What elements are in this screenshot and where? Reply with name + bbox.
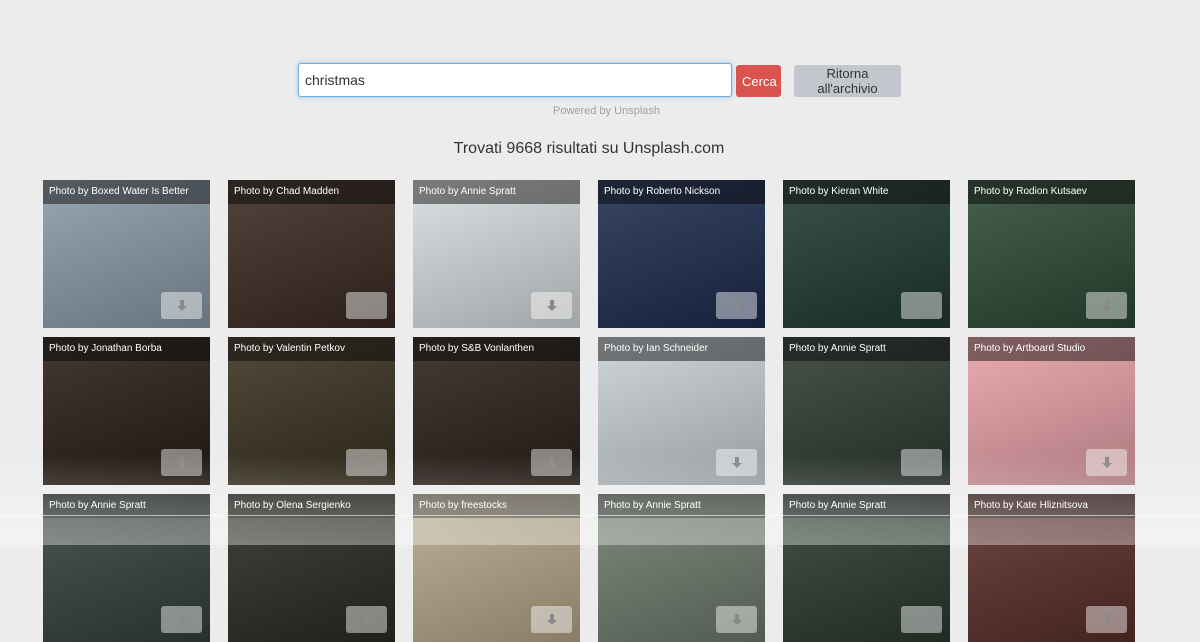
- download-icon: [546, 299, 557, 311]
- photo-credit-caption: Photo by Kieran White: [783, 180, 950, 204]
- photo-tile[interactable]: Photo by Annie Spratt: [783, 494, 950, 642]
- download-button[interactable]: [1086, 606, 1127, 633]
- results-count-heading: Trovati 9668 risultati su Unsplash.com: [453, 140, 725, 157]
- download-button[interactable]: [161, 606, 202, 633]
- photo-tile[interactable]: Photo by Annie Spratt: [43, 494, 210, 642]
- photo-credit-caption: Photo by Annie Spratt: [783, 337, 950, 361]
- photo-tile[interactable]: Photo by Valentin Petkov: [228, 337, 395, 485]
- back-to-archive-button[interactable]: Ritorna all'archivio: [794, 65, 901, 97]
- photo-credit-caption: Photo by S&B Vonlanthen: [413, 337, 580, 361]
- divider-line: [0, 515, 1200, 516]
- photo-tile[interactable]: Photo by Olena Sergienko: [228, 494, 395, 642]
- download-icon: [176, 613, 187, 625]
- photo-tile[interactable]: Photo by Ian Schneider: [598, 337, 765, 485]
- photo-tile[interactable]: Photo by Jonathan Borba: [43, 337, 210, 485]
- photo-credit-caption: Photo by Ian Schneider: [598, 337, 765, 361]
- download-icon: [1101, 456, 1112, 468]
- download-icon: [361, 456, 372, 468]
- download-button[interactable]: [346, 292, 387, 319]
- download-icon: [916, 299, 927, 311]
- photo-credit-caption: Photo by Annie Spratt: [413, 180, 580, 204]
- photo-tile[interactable]: Photo by freestocks: [413, 494, 580, 642]
- download-icon: [1101, 613, 1112, 625]
- download-icon: [546, 456, 557, 468]
- photo-credit-caption: Photo by Rodion Kutsaev: [968, 180, 1135, 204]
- photo-tile[interactable]: Photo by Kate Hliznitsova: [968, 494, 1135, 642]
- download-button[interactable]: [716, 449, 757, 476]
- download-icon: [916, 456, 927, 468]
- download-button[interactable]: [161, 449, 202, 476]
- search-bar: Cerca Ritorna all'archivio: [298, 63, 908, 99]
- download-button[interactable]: [531, 606, 572, 633]
- photo-credit-caption: Photo by Chad Madden: [228, 180, 395, 204]
- download-button[interactable]: [901, 449, 942, 476]
- photo-tile[interactable]: Photo by Kieran White: [783, 180, 950, 328]
- download-icon: [361, 613, 372, 625]
- download-button[interactable]: [1086, 292, 1127, 319]
- photo-tile[interactable]: Photo by Boxed Water Is Better: [43, 180, 210, 328]
- download-button[interactable]: [716, 292, 757, 319]
- photo-credit-caption: Photo by Boxed Water Is Better: [43, 180, 210, 204]
- download-button[interactable]: [716, 606, 757, 633]
- download-button[interactable]: [346, 606, 387, 633]
- download-icon: [731, 456, 742, 468]
- photo-credit-caption: Photo by Artboard Studio: [968, 337, 1135, 361]
- photo-credit-caption: Photo by Roberto Nickson: [598, 180, 765, 204]
- photo-tile[interactable]: Photo by Roberto Nickson: [598, 180, 765, 328]
- powered-by-label: Powered by Unsplash: [553, 105, 661, 117]
- download-button[interactable]: [901, 606, 942, 633]
- photo-tile[interactable]: Photo by Artboard Studio: [968, 337, 1135, 485]
- photo-credit-caption: Photo by Valentin Petkov: [228, 337, 395, 361]
- download-button[interactable]: [161, 292, 202, 319]
- search-button[interactable]: Cerca: [736, 65, 781, 97]
- download-button[interactable]: [531, 292, 572, 319]
- download-button[interactable]: [1086, 449, 1127, 476]
- download-icon: [546, 613, 557, 625]
- photo-tile[interactable]: Photo by Annie Spratt: [598, 494, 765, 642]
- photo-tile[interactable]: Photo by Rodion Kutsaev: [968, 180, 1135, 328]
- download-button[interactable]: [346, 449, 387, 476]
- download-icon: [916, 613, 927, 625]
- photo-credit-caption: Photo by Jonathan Borba: [43, 337, 210, 361]
- photo-tile[interactable]: Photo by Chad Madden: [228, 180, 395, 328]
- download-icon: [176, 456, 187, 468]
- download-icon: [731, 613, 742, 625]
- download-icon: [731, 299, 742, 311]
- download-icon: [1101, 299, 1112, 311]
- download-icon: [176, 299, 187, 311]
- download-icon: [361, 299, 372, 311]
- search-input[interactable]: [298, 63, 732, 97]
- download-button[interactable]: [901, 292, 942, 319]
- download-button[interactable]: [531, 449, 572, 476]
- photo-tile[interactable]: Photo by Annie Spratt: [413, 180, 580, 328]
- photo-tile[interactable]: Photo by S&B Vonlanthen: [413, 337, 580, 485]
- photo-tile[interactable]: Photo by Annie Spratt: [783, 337, 950, 485]
